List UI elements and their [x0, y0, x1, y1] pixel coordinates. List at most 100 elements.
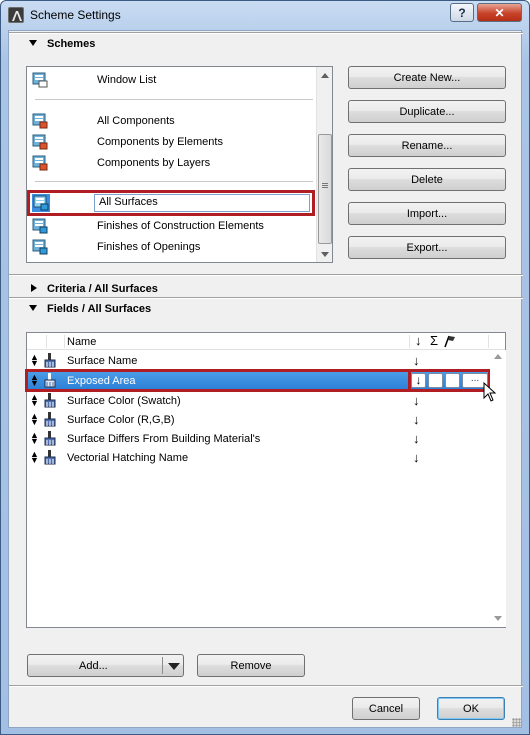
schemes-scrollbar[interactable] — [316, 67, 332, 262]
field-row-surface-color-swatch[interactable]: ▲ ▼ Surface Color (Swatch) ↓ — [27, 391, 491, 410]
scheme-item-finishes-of-construction-elements[interactable]: Finishes of Construction Elements — [27, 216, 315, 236]
scheme-item-label: Finishes of Openings — [97, 241, 201, 253]
surface-list-icon — [32, 218, 48, 234]
expand-triangle-icon[interactable] — [31, 284, 37, 292]
collapse-triangle-icon[interactable] — [29, 305, 37, 311]
reorder-icon[interactable]: ▲ ▼ — [30, 353, 39, 368]
field-label: Surface Color (R,G,B) — [67, 414, 175, 426]
archicad-app-icon — [8, 7, 24, 23]
field-label: Vectorial Hatching Name — [67, 452, 189, 464]
field-row-surface-color-rgb[interactable]: ▲ ▼ Surface Color (R,G,B) ↓ — [27, 410, 491, 429]
scheme-item-label: Components by Layers — [97, 157, 211, 169]
scheme-item-window-list[interactable]: Window List — [27, 70, 315, 90]
surface-brush-icon — [44, 353, 56, 368]
surface-brush-icon — [44, 393, 56, 408]
sort-arrow-icon[interactable]: ↓ — [413, 353, 420, 368]
field-row-surface-differs[interactable]: ▲ ▼ Surface Differs From Building Materia… — [27, 429, 491, 448]
help-button[interactable]: ? — [450, 3, 474, 22]
fields-column-header: Name ↓ Σ — [27, 333, 505, 350]
mouse-cursor-icon — [483, 382, 497, 402]
schemes-list[interactable]: Window List All Components Components by… — [26, 66, 333, 263]
scheme-settings-window: Scheme Settings ? ✕ Schemes Window List — [0, 0, 530, 735]
list-divider — [35, 181, 313, 182]
rename-button[interactable]: Rename... — [348, 134, 506, 157]
fields-list[interactable]: Name ↓ Σ ▲ ▼ Surface Name ↓ ▲ ▼ Exposed … — [25, 332, 506, 628]
schemes-header-label: Schemes — [47, 38, 96, 50]
field-row-vectorial-hatching-name[interactable]: ▲ ▼ Vectorial Hatching Name ↓ — [27, 448, 491, 467]
scheme-item-label: All Surfaces — [99, 196, 158, 208]
ok-button[interactable]: OK — [437, 697, 505, 720]
scheme-item-label: Window List — [97, 74, 157, 86]
window-list-icon — [32, 72, 48, 88]
surface-brush-icon — [44, 431, 56, 446]
component-list-icon — [32, 155, 48, 171]
close-button[interactable]: ✕ — [477, 3, 522, 22]
schemes-section-header[interactable]: Schemes — [9, 35, 523, 55]
reorder-icon[interactable]: ▲ ▼ — [30, 412, 39, 427]
field-row-surface-name[interactable]: ▲ ▼ Surface Name ↓ — [27, 351, 491, 370]
column-divider — [409, 335, 410, 348]
scheme-item-components-by-elements[interactable]: Components by Elements — [27, 132, 315, 152]
dialog-client-area: Schemes Window List All Components Compo… — [8, 30, 523, 728]
scroll-down-icon[interactable] — [494, 616, 502, 621]
scheme-item-components-by-layers[interactable]: Components by Layers — [27, 153, 315, 173]
sort-arrow-icon[interactable]: ↓ — [413, 412, 420, 427]
reorder-icon[interactable]: ▲ ▼ — [30, 431, 39, 446]
column-divider — [46, 335, 47, 348]
split-divider — [162, 657, 163, 674]
name-column-header[interactable]: Name — [67, 336, 96, 348]
flag-column-icon[interactable] — [443, 335, 457, 348]
grip-icon — [322, 183, 328, 184]
scroll-up-icon[interactable] — [494, 354, 502, 359]
fields-section-header[interactable]: Fields / All Surfaces — [9, 300, 523, 320]
top-separator — [9, 32, 523, 34]
add-button-label: Add... — [79, 659, 108, 672]
cancel-button[interactable]: Cancel — [352, 697, 420, 720]
sort-arrow-icon[interactable]: ↓ — [413, 431, 420, 446]
reorder-icon[interactable]: ▲ ▼ — [30, 393, 39, 408]
component-list-icon — [32, 134, 48, 150]
scheme-item-finishes-of-openings[interactable]: Finishes of Openings — [27, 237, 315, 257]
window-title: Scheme Settings — [30, 8, 121, 22]
export-button[interactable]: Export... — [348, 236, 506, 259]
column-divider — [64, 335, 65, 348]
scroll-up-icon[interactable] — [321, 73, 329, 78]
scheme-item-all-surfaces[interactable]: All Surfaces — [27, 190, 315, 216]
scroll-thumb[interactable] — [318, 134, 332, 244]
list-divider — [35, 99, 313, 100]
delete-button[interactable]: Delete — [348, 168, 506, 191]
field-label: Surface Differs From Building Material's — [67, 433, 261, 445]
column-divider — [488, 335, 489, 348]
scroll-down-icon[interactable] — [321, 252, 329, 257]
create-new-button[interactable]: Create New... — [348, 66, 506, 89]
scheme-item-label: Components by Elements — [97, 136, 223, 148]
resize-grip-icon[interactable] — [512, 718, 521, 727]
sort-arrow-icon[interactable]: ↓ — [413, 393, 420, 408]
remove-button[interactable]: Remove — [197, 654, 305, 677]
scheme-item-label: Finishes of Construction Elements — [97, 220, 264, 232]
sum-column-icon[interactable]: Σ — [430, 333, 438, 348]
fields-header-label: Fields / All Surfaces — [47, 303, 152, 315]
selection-frame — [408, 369, 492, 392]
component-list-icon — [32, 113, 48, 129]
fields-separator — [9, 297, 523, 299]
surface-list-icon — [33, 195, 49, 211]
surface-brush-icon — [44, 412, 56, 427]
criteria-separator — [9, 274, 523, 276]
field-label: Surface Name — [67, 355, 138, 367]
import-button[interactable]: Import... — [348, 202, 506, 225]
footer-separator — [9, 685, 523, 687]
surface-brush-icon — [44, 450, 56, 465]
duplicate-button[interactable]: Duplicate... — [348, 100, 506, 123]
scheme-item-all-components[interactable]: All Components — [27, 111, 315, 131]
sort-arrow-icon[interactable]: ↓ — [413, 450, 420, 465]
criteria-header-label: Criteria / All Surfaces — [47, 283, 158, 295]
sort-column-icon[interactable]: ↓ — [415, 333, 422, 348]
reorder-icon[interactable]: ▲ ▼ — [30, 450, 39, 465]
title-bar[interactable]: Scheme Settings ? ✕ — [1, 1, 529, 29]
dropdown-arrow-icon[interactable] — [168, 663, 180, 670]
collapse-triangle-icon[interactable] — [29, 40, 37, 46]
field-label: Surface Color (Swatch) — [67, 395, 181, 407]
surface-list-icon — [32, 239, 48, 255]
add-button[interactable]: Add... — [27, 654, 184, 677]
